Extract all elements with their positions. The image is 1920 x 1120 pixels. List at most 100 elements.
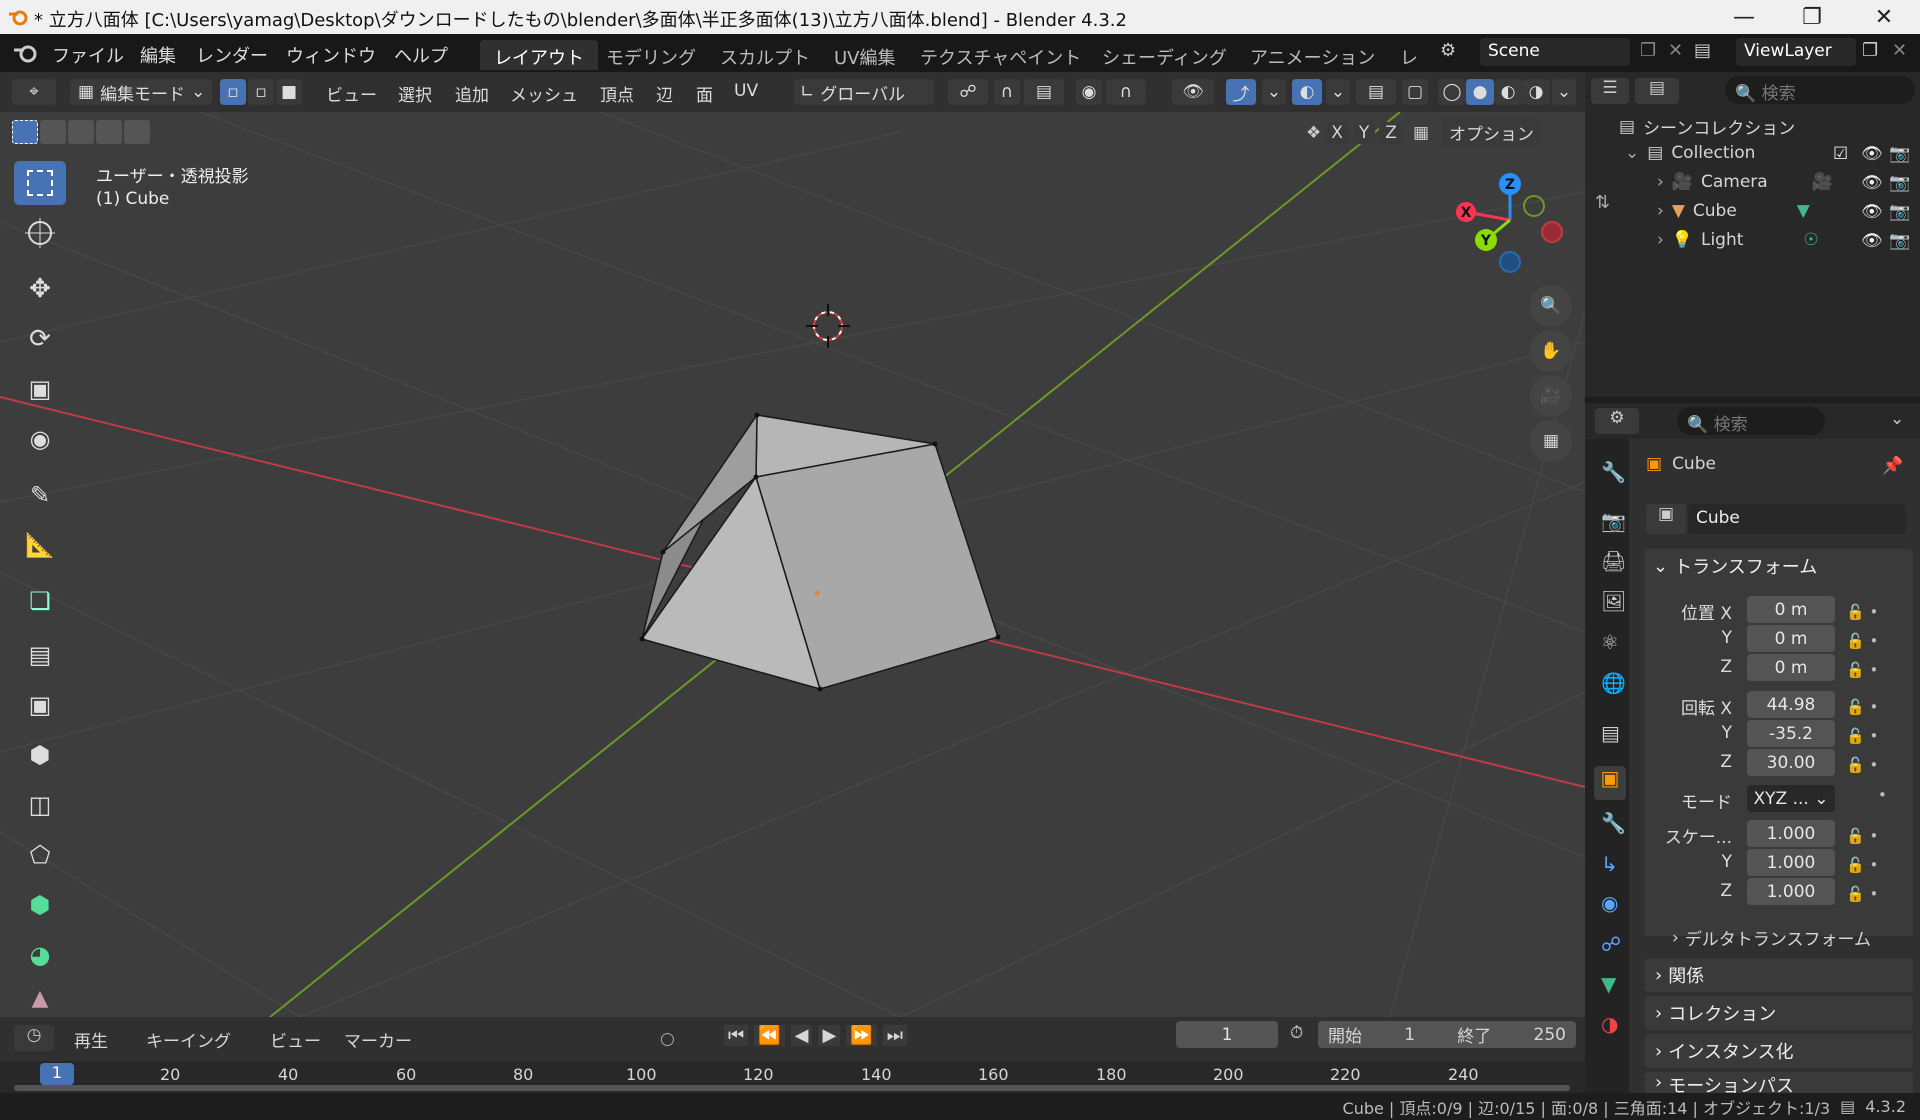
- rotation-x-field[interactable]: 44.98: [1747, 691, 1835, 718]
- chevron-right-icon[interactable]: ›: [1657, 201, 1664, 221]
- menu-window[interactable]: ウィンドウ: [286, 42, 376, 68]
- options-dropdown[interactable]: オプション: [1441, 118, 1543, 147]
- tool-tab-icon[interactable]: 🔧: [1601, 460, 1626, 484]
- object-name-field[interactable]: Cube: [1688, 504, 1906, 534]
- camera-render-icon[interactable]: 📷: [1889, 173, 1910, 193]
- mirror-x-button[interactable]: X: [1325, 121, 1349, 144]
- chevron-down-icon[interactable]: ⌄: [1326, 79, 1350, 105]
- panel-instancing[interactable]: › インスタンス化: [1645, 1034, 1913, 1068]
- menu-face[interactable]: 面: [696, 81, 713, 106]
- new-viewlayer-icon[interactable]: ❐: [1862, 40, 1878, 61]
- data-tab-icon[interactable]: ▼: [1601, 972, 1616, 996]
- location-x-field[interactable]: 0 m: [1747, 596, 1835, 623]
- zoom-icon[interactable]: 🔍: [1530, 285, 1572, 327]
- snap-icon[interactable]: ∩: [994, 79, 1020, 105]
- tab-animation[interactable]: アニメーション: [1236, 40, 1389, 70]
- keyframe-dot-icon[interactable]: •: [1878, 786, 1887, 804]
- scale-tool-icon[interactable]: ▣: [14, 367, 66, 411]
- select-new-icon[interactable]: [12, 120, 38, 144]
- lock-icon[interactable]: 🔓 •: [1846, 693, 1878, 722]
- move-tool-icon[interactable]: ✥: [14, 267, 66, 311]
- edge-select-button[interactable]: ▫: [248, 79, 274, 105]
- measure-tool-icon[interactable]: 📐: [14, 523, 66, 567]
- record-icon[interactable]: ○: [660, 1029, 675, 1049]
- collection-tab-icon[interactable]: ▤: [1601, 721, 1620, 745]
- scale-y-field[interactable]: 1.000: [1747, 849, 1835, 876]
- material-shading-icon[interactable]: ◐: [1494, 79, 1522, 105]
- lock-icon[interactable]: 🔓 •: [1846, 751, 1878, 780]
- view-layer-tab-icon[interactable]: 🖼: [1601, 589, 1626, 613]
- knife-tool-icon[interactable]: ⬠: [14, 833, 66, 877]
- menu-vertex[interactable]: 頂点: [600, 81, 634, 106]
- rotation-mode-select[interactable]: XYZ ... ⌄: [1747, 785, 1835, 812]
- physics-tab-icon[interactable]: ◉: [1601, 891, 1618, 915]
- lock-icon[interactable]: 🔓 •: [1846, 656, 1878, 685]
- panel-motion-paths[interactable]: › モーションパス: [1645, 1072, 1913, 1093]
- pivot-icon[interactable]: ☍: [948, 79, 988, 105]
- spin-tool-icon[interactable]: ◕: [14, 933, 66, 977]
- menu-view[interactable]: ビュー: [270, 1027, 321, 1052]
- visibility-icon[interactable]: 👁: [1172, 79, 1214, 105]
- mode-selector[interactable]: ▦ 編集モード ⌄: [70, 79, 212, 105]
- stopwatch-icon[interactable]: ⏱: [1290, 1023, 1303, 1043]
- chevron-right-icon[interactable]: ›: [1657, 172, 1664, 192]
- eye-icon[interactable]: 👁: [1861, 144, 1883, 164]
- outliner-sync-icon[interactable]: ⇅: [1595, 192, 1610, 213]
- properties-search-input[interactable]: 🔍 検索: [1677, 407, 1825, 435]
- frame-range[interactable]: 開始 1 終了 250: [1318, 1021, 1576, 1048]
- tab-modeling[interactable]: モデリング: [592, 40, 710, 70]
- overlay-toggle-icon[interactable]: ◐: [1292, 79, 1322, 105]
- cursor-tool-icon[interactable]: [14, 211, 66, 255]
- properties-editor-icon[interactable]: ⚙: [1595, 408, 1639, 434]
- eye-icon[interactable]: 👁: [1861, 202, 1883, 222]
- pin-icon[interactable]: 📌: [1882, 456, 1903, 476]
- camera-render-icon[interactable]: 📷: [1889, 202, 1910, 222]
- panel-collections[interactable]: › コレクション: [1645, 996, 1913, 1030]
- wireframe-shading-icon[interactable]: ◯: [1438, 79, 1466, 105]
- rotation-z-field[interactable]: 30.00: [1747, 749, 1835, 776]
- eye-icon[interactable]: 👁: [1861, 231, 1883, 251]
- next-keyframe-icon[interactable]: ⏩: [846, 1025, 877, 1046]
- rotate-tool-icon[interactable]: ⟳: [14, 317, 66, 361]
- play-icon[interactable]: ▶: [818, 1025, 841, 1046]
- object-data-selector-icon[interactable]: ▣: [1646, 504, 1686, 534]
- close-button[interactable]: ✕: [1856, 0, 1912, 34]
- mirror-z-button[interactable]: Z: [1379, 121, 1403, 144]
- proportional-edit-icon[interactable]: ◉: [1076, 79, 1102, 105]
- menu-help[interactable]: ヘルプ: [394, 42, 448, 68]
- menu-render[interactable]: レンダー: [196, 42, 268, 68]
- select-box-icon[interactable]: [14, 161, 66, 205]
- pan-hand-icon[interactable]: ✋: [1530, 330, 1572, 372]
- jump-end-icon[interactable]: ⏭: [882, 1025, 907, 1046]
- playhead[interactable]: 1: [40, 1063, 74, 1085]
- outliner-search-input[interactable]: 🔍 検索: [1725, 76, 1915, 104]
- scene-collection-row[interactable]: ▤ シーンコレクション: [1619, 114, 1795, 140]
- play-reverse-icon[interactable]: ◀: [790, 1025, 813, 1046]
- tab-texture-paint[interactable]: テクスチャペイント: [906, 40, 1095, 70]
- restore-button[interactable]: ❐: [1784, 0, 1840, 34]
- rotation-y-field[interactable]: -35.2: [1747, 720, 1835, 747]
- eye-icon[interactable]: 👁: [1861, 173, 1883, 193]
- select-subtract-icon[interactable]: [68, 120, 94, 144]
- prev-keyframe-icon[interactable]: ⏪: [754, 1025, 785, 1046]
- tab-shading[interactable]: シェーディング: [1088, 40, 1241, 70]
- annotate-tool-icon[interactable]: ✎: [14, 473, 66, 517]
- select-invert-icon[interactable]: [96, 120, 122, 144]
- chevron-down-icon[interactable]: ⌄: [1890, 409, 1904, 429]
- auto-merge-icon[interactable]: ▦: [1413, 123, 1429, 143]
- menu-uv[interactable]: UV: [734, 81, 758, 101]
- blender-menu-icon[interactable]: [12, 42, 40, 64]
- rendered-shading-icon[interactable]: ◑: [1522, 79, 1550, 105]
- solid-shading-icon[interactable]: ●: [1466, 79, 1494, 105]
- outliner-item-cube[interactable]: › ▼ Cube ▼: [1657, 201, 1810, 221]
- menu-marker[interactable]: マーカー: [344, 1027, 412, 1052]
- tab-layout[interactable]: レイアウト: [480, 40, 598, 70]
- select-intersect-icon[interactable]: [124, 120, 150, 144]
- menu-file[interactable]: ファイル: [52, 42, 124, 68]
- lock-icon[interactable]: 🔓 •: [1846, 722, 1878, 751]
- menu-edit[interactable]: 編集: [140, 42, 176, 68]
- ortho-toggle-icon[interactable]: ▦: [1530, 420, 1572, 462]
- 3d-viewport[interactable]: ユーザー・透視投影 (1) Cube Z X Y 🔍 ✋ 🎥 ▦ ❖ X Y Z…: [0, 112, 1585, 1017]
- lock-icon[interactable]: 🔓 •: [1846, 880, 1878, 909]
- chevron-right-icon[interactable]: ›: [1657, 230, 1664, 250]
